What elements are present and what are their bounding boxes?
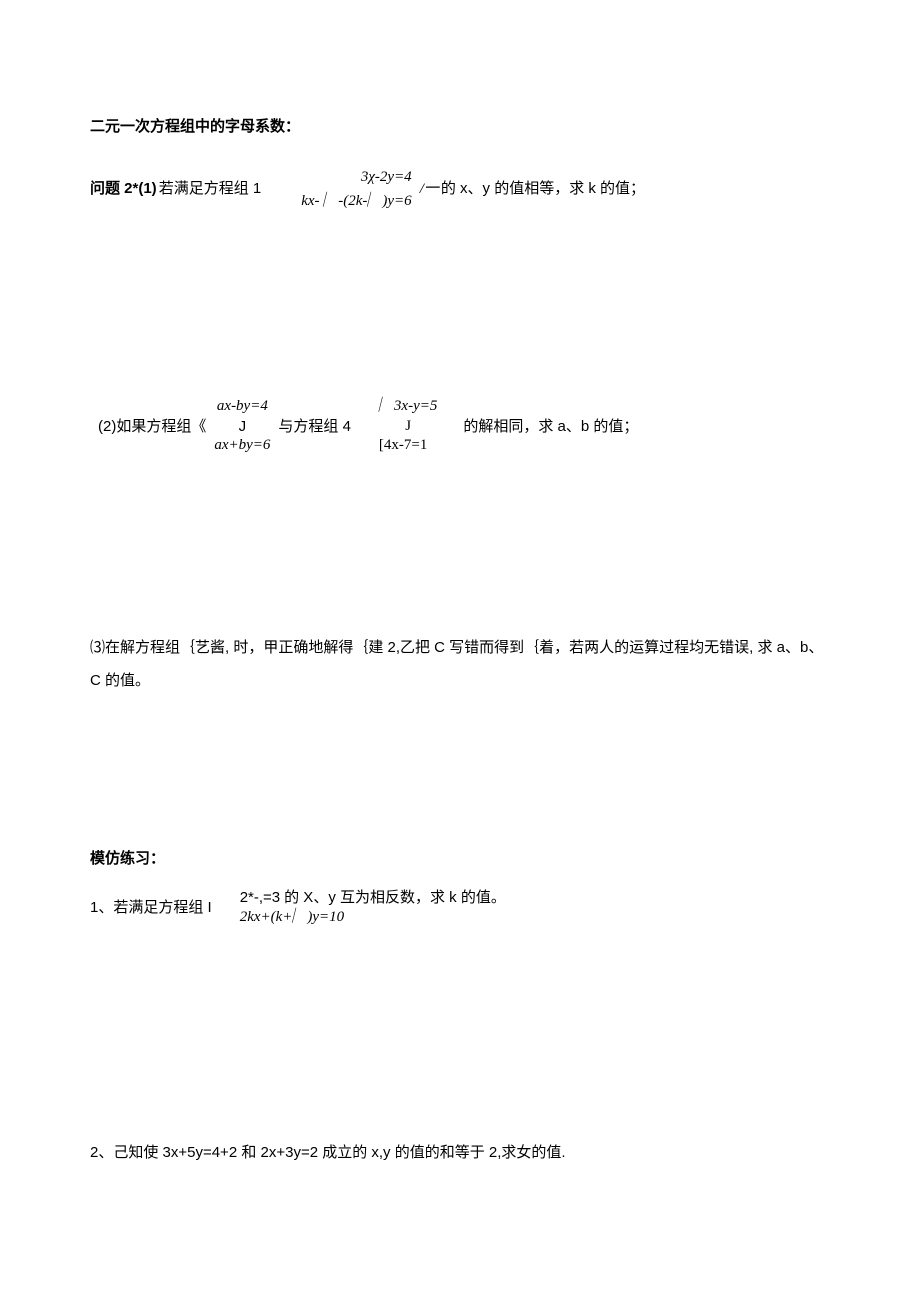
q2-2-sys1-mid: J	[239, 417, 247, 437]
q2-2-sys2-mid: J	[405, 417, 411, 437]
p1-bot: 2kx+(k+︳)y=10	[240, 908, 506, 927]
q2-2-sys1-bot: ax+by=6	[214, 436, 270, 456]
p1-prefix: 1、若满足方程组 I	[90, 896, 212, 920]
q2-1-tail: 的 x、y 的值相等，求 k 的值；	[441, 180, 645, 199]
q2-1-text1: 若满足方程组 1	[159, 177, 262, 201]
question-2-1: 问题 2*(1) 若满足方程组 1 3χ-2y=4 kx- ︳-(2k-︳)y=…	[90, 161, 830, 217]
practice-1: 1、若满足方程组 I 2*-,=3 的 X、y 互为相反数，求 k 的值。 2k…	[90, 889, 830, 927]
q2-2-sys2: ︳3x-y=5 J [4x-7=1	[379, 397, 437, 456]
q2-2-sys2-top: ︳3x-y=5	[379, 397, 437, 417]
p1-system: 2*-,=3 的 X、y 互为相反数，求 k 的值。 2kx+(k+︳)y=10	[240, 889, 506, 927]
q2-2-mid: 与方程组 4	[278, 415, 351, 439]
q2-1-prefix: 问题 2*(1)	[90, 177, 157, 201]
q2-2-prefix: (2)如果方程组《	[98, 415, 206, 439]
q2-1-eq-top: 3χ-2y=4	[361, 165, 412, 189]
q2-1-eq-slash: /一	[420, 180, 439, 199]
p1-top: 2*-,=3	[240, 889, 280, 908]
practice-title: 模仿练习：	[90, 847, 830, 871]
q2-1-eq-bot: kx- ︳-(2k-︳)y=6	[301, 189, 411, 213]
q2-2-sys1: ax-by=4 J ax+by=6	[214, 397, 270, 456]
p1-tail: 的 X、y 互为相反数，求 k 的值。	[284, 889, 506, 908]
q2-2-sys1-top: ax-by=4	[217, 397, 268, 417]
q2-2-sys2-bot: [4x-7=1	[379, 436, 427, 456]
q2-2-tail: 的解相同，求 a、b 的值；	[463, 415, 638, 439]
question-2-2: (2)如果方程组《 ax-by=4 J ax+by=6 与方程组 4 ︳3x-y…	[90, 397, 830, 456]
section-title: 二元一次方程组中的字母系数：	[90, 115, 830, 139]
practice-2: 2、己知使 3x+5y=4+2 和 2x+3y=2 成立的 x,y 的值的和等于…	[90, 1141, 830, 1165]
question-2-3: ⑶在解方程组｛艺酱, 时，甲正确地解得｛建 2,乙把 C 写错而得到｛着，若两人…	[90, 631, 830, 697]
